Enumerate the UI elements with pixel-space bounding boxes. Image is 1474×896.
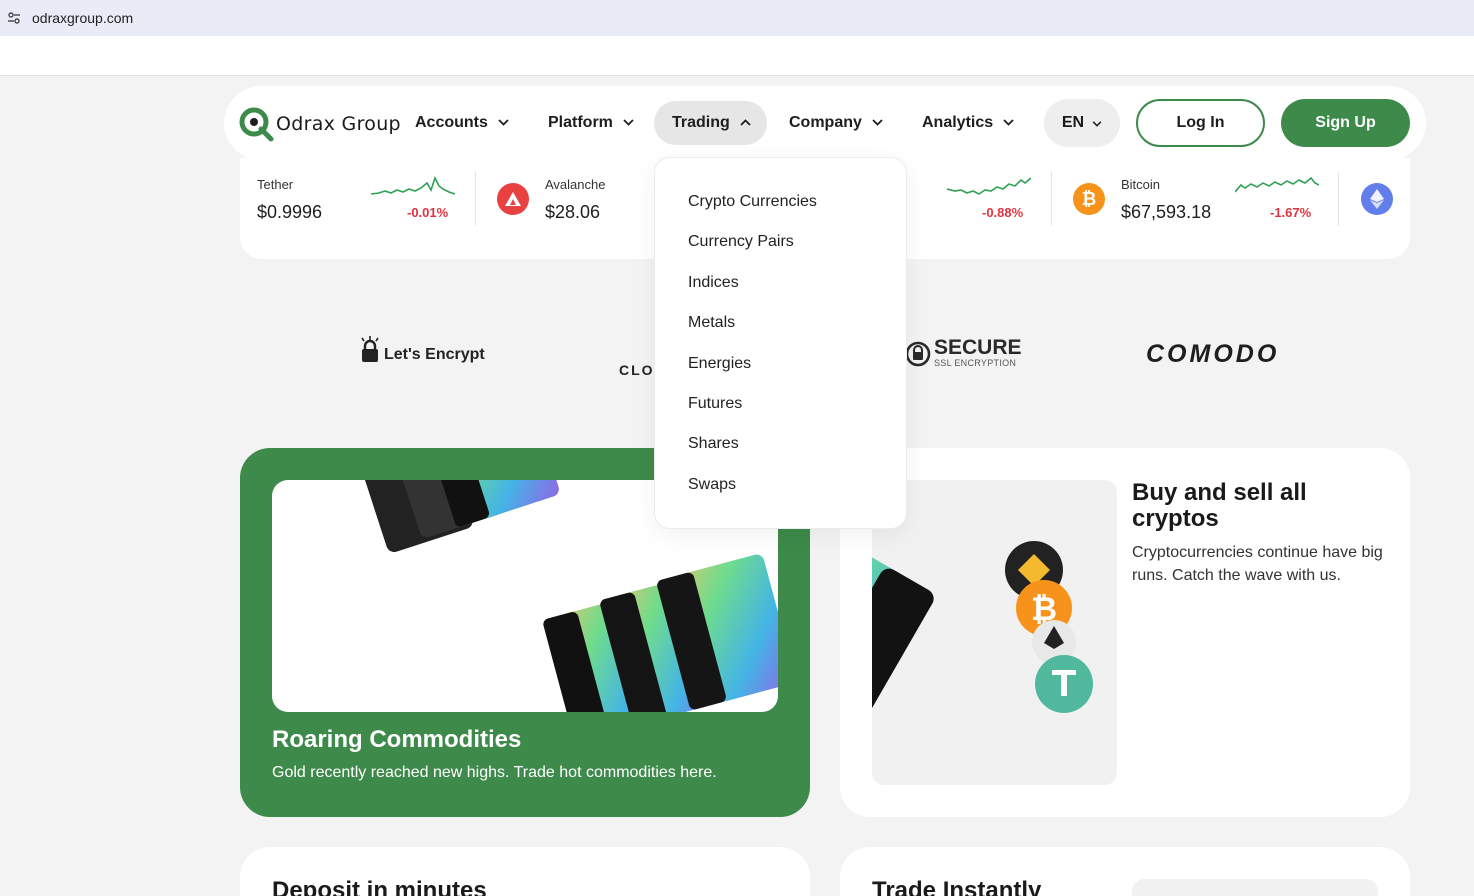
tune-icon[interactable]	[0, 12, 28, 24]
language-selector[interactable]: EN	[1044, 99, 1120, 147]
chevron-up-icon	[740, 117, 751, 129]
menu-item-currency-pairs[interactable]: Currency Pairs	[688, 233, 794, 251]
card-title: Roaring Commodities	[272, 726, 522, 753]
nav-accounts-label: Accounts	[415, 114, 488, 131]
card-deposit-in-minutes[interactable]: Deposit in minutes	[240, 847, 810, 896]
card-description: Cryptocurrencies continue have big runs.…	[1132, 544, 1383, 584]
nav-trading[interactable]: Trading	[654, 101, 767, 145]
address-bar[interactable]: odraxgroup.com	[0, 0, 1474, 36]
magnifier-logo-icon	[239, 107, 274, 142]
nav-company-label: Company	[789, 114, 862, 131]
chevron-down-icon	[1092, 114, 1102, 132]
menu-item-crypto-currencies[interactable]: Crypto Currencies	[688, 193, 817, 211]
lock-badge-icon	[905, 341, 931, 367]
nav-platform[interactable]: Platform	[548, 101, 634, 145]
nav-trading-label: Trading	[672, 114, 730, 131]
card-buy-sell-cryptos[interactable]: ₿ Buy and sell all cryptos Cryptocurrenc…	[840, 448, 1410, 817]
card-title: Deposit in minutes	[272, 877, 487, 896]
signup-button[interactable]: Sign Up	[1281, 99, 1410, 147]
ethereum-icon	[1361, 183, 1393, 215]
ticker-name: Tether	[257, 177, 294, 192]
ticker-divider	[1338, 172, 1339, 226]
ticker-price: $67,593.18	[1121, 202, 1212, 222]
nav-analytics[interactable]: Analytics	[922, 101, 1014, 145]
ticker-price: $0.9996	[257, 202, 323, 222]
partner-comodo-logo: COMODO	[1146, 340, 1279, 369]
crypto-coins-illustration: ₿	[872, 480, 1117, 785]
menu-item-shares[interactable]: Shares	[688, 435, 739, 453]
menu-item-energies[interactable]: Energies	[688, 355, 751, 373]
logo-text: Odrax Group	[276, 113, 401, 135]
site-logo[interactable]: Odrax Group	[238, 106, 401, 142]
nav-analytics-label: Analytics	[922, 114, 994, 131]
nav-platform-label: Platform	[548, 114, 613, 131]
ticker-change: -0.88%	[982, 205, 1024, 220]
partner-comodo-text: COMODO	[1146, 340, 1280, 368]
card-trade-instantly[interactable]: Trade Instantly	[840, 847, 1410, 896]
ticker-price: $28.06	[545, 202, 601, 222]
partner-secure-ssl-logo: SECURE SSL ENCRYPTION	[905, 336, 1022, 368]
avalanche-icon	[497, 183, 529, 215]
login-button[interactable]: Log In	[1136, 99, 1265, 147]
sparkline-chart	[947, 177, 1031, 195]
ticker-divider	[475, 172, 476, 226]
chevron-down-icon	[872, 117, 883, 129]
ticker-name: Avalanche	[545, 177, 606, 192]
padlock-icon	[361, 336, 379, 362]
card-title: Buy and sell all cryptos	[1132, 479, 1307, 532]
main-navbar: Odrax Group Accounts Platform Trading Co…	[224, 86, 1426, 160]
ticker-item-partial[interactable]: -0.88%	[945, 158, 1037, 240]
card-illustration	[1132, 879, 1378, 896]
ticker-item-tether[interactable]: Tether $0.9996 -0.01%	[257, 158, 457, 240]
language-label: EN	[1061, 114, 1085, 131]
card-title: Trade Instantly	[872, 877, 1042, 896]
ticker-item-avalanche[interactable]: Avalanche $28.06	[545, 158, 665, 240]
partner-letsencrypt-text: Let's Encrypt	[384, 346, 485, 363]
trading-dropdown-menu: Crypto Currencies Currency Pairs Indices…	[654, 157, 907, 529]
card-description: Gold recently reached new highs. Trade h…	[272, 764, 717, 781]
menu-item-metals[interactable]: Metals	[688, 314, 735, 332]
partner-secure-text: SECURE	[934, 336, 1022, 359]
partner-cloud-text: CLO	[619, 362, 655, 378]
browser-toolbar-area	[0, 36, 1474, 76]
partner-letsencrypt-logo: Let's Encrypt	[358, 336, 485, 364]
ticker-change: -0.01%	[407, 205, 449, 220]
ticker-name: Bitcoin	[1121, 177, 1161, 192]
chevron-down-icon	[623, 117, 634, 129]
menu-item-swaps[interactable]: Swaps	[688, 476, 736, 494]
sparkline-chart	[1235, 176, 1319, 193]
bitcoin-icon: ₿	[1073, 183, 1105, 215]
nav-company[interactable]: Company	[789, 101, 883, 145]
partner-cloudflare-logo: CLO	[619, 362, 655, 378]
chevron-down-icon	[1003, 117, 1014, 129]
menu-item-futures[interactable]: Futures	[688, 395, 742, 413]
sparkline-chart	[371, 175, 455, 195]
nav-accounts[interactable]: Accounts	[415, 101, 509, 145]
ticker-item-bitcoin[interactable]: Bitcoin $67,593.18 -1.67%	[1121, 158, 1321, 240]
chevron-down-icon	[498, 117, 509, 129]
url-text[interactable]: odraxgroup.com	[32, 10, 133, 26]
ticker-change: -1.67%	[1270, 205, 1312, 220]
ticker-divider	[1051, 172, 1052, 226]
partner-secure-subtext: SSL ENCRYPTION	[934, 358, 1017, 368]
menu-item-indices[interactable]: Indices	[688, 274, 739, 292]
